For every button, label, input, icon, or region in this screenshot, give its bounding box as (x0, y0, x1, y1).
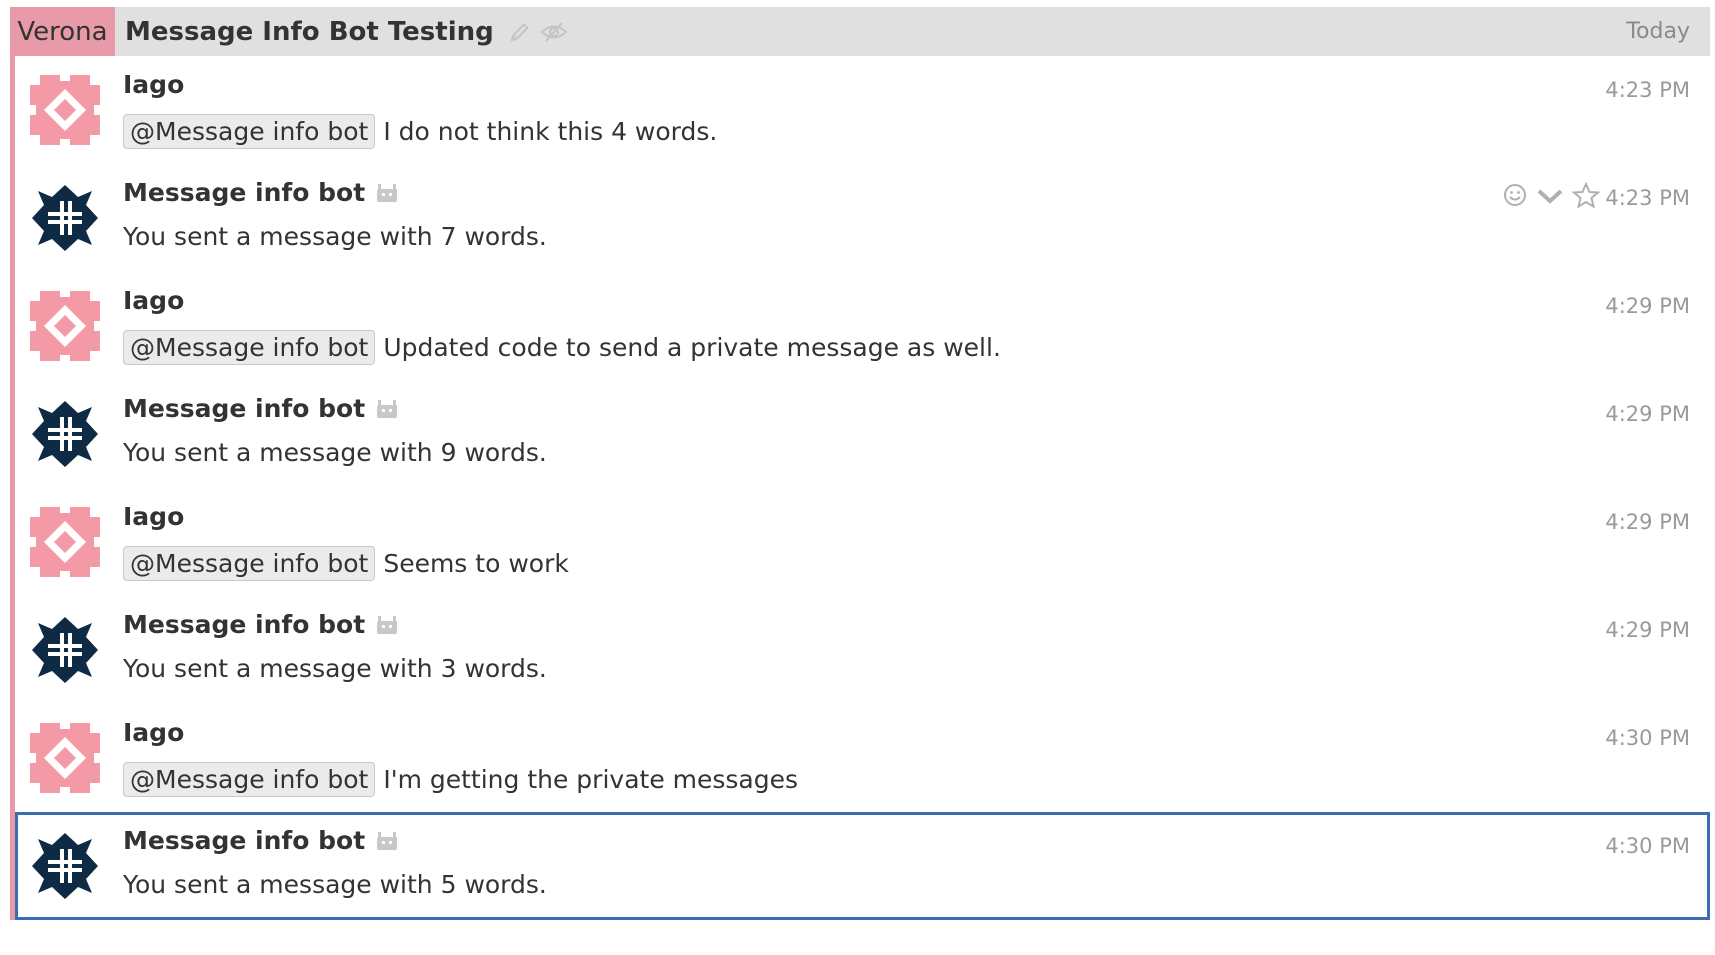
robot-icon (375, 831, 399, 851)
message-timestamp[interactable]: 4:23 PM (1605, 78, 1690, 102)
message-timestamp[interactable]: 4:29 PM (1605, 510, 1690, 534)
message-row[interactable]: Message info bot You sent a message with… (15, 380, 1710, 488)
bot-avatar[interactable] (30, 615, 100, 685)
user-avatar[interactable] (30, 507, 100, 577)
message-row[interactable]: Message info bot You sent a message with… (15, 596, 1710, 704)
message-text: I'm getting the private messages (383, 765, 799, 794)
message-content: You sent a message with 9 words. (123, 438, 547, 467)
robot-icon (375, 399, 399, 419)
message-content: @Message info bot Updated code to send a … (123, 330, 1001, 365)
message-timestamp[interactable]: 4:29 PM (1605, 618, 1690, 642)
sender-name-group: Iago (123, 502, 184, 531)
bot-avatar[interactable] (30, 831, 100, 901)
message-timestamp[interactable]: 4:29 PM (1605, 402, 1690, 426)
sender-name-group: Message info bot (123, 826, 399, 855)
message-timestamp[interactable]: 4:30 PM (1605, 726, 1690, 750)
user-mention[interactable]: @Message info bot (123, 114, 376, 149)
robot-icon (375, 183, 399, 203)
user-avatar[interactable] (30, 291, 100, 361)
user-mention[interactable]: @Message info bot (123, 330, 376, 365)
message-row[interactable]: Message info bot You sent a message with… (15, 164, 1710, 272)
stream-name-tag[interactable]: Verona (10, 7, 115, 56)
message-actions (1502, 182, 1600, 208)
message-content: You sent a message with 3 words. (123, 654, 547, 683)
sender-name[interactable]: Iago (123, 502, 184, 531)
recipient-bar: Verona Message Info Bot Testing Today (10, 7, 1710, 56)
user-mention[interactable]: @Message info bot (123, 762, 376, 797)
smiley-icon[interactable] (1502, 182, 1528, 208)
user-avatar[interactable] (30, 723, 100, 793)
pencil-icon[interactable] (508, 20, 532, 44)
message-content: @Message info bot Seems to work (123, 546, 569, 581)
user-mention[interactable]: @Message info bot (123, 546, 376, 581)
sender-name-group: Iago (123, 286, 184, 315)
sender-name[interactable]: Message info bot (123, 394, 365, 423)
message-row[interactable]: Iago @Message info bot Seems to work 4:29 P… (15, 488, 1710, 596)
sender-name-group: Iago (123, 718, 184, 747)
message-timestamp[interactable]: 4:23 PM (1605, 186, 1690, 210)
sender-name[interactable]: Iago (123, 70, 184, 99)
message-text: You sent a message with 3 words. (123, 654, 547, 683)
bot-avatar[interactable] (30, 399, 100, 469)
message-text: You sent a message with 5 words. (123, 870, 547, 899)
sender-name-group: Message info bot (123, 610, 399, 639)
sender-name-group: Message info bot (123, 178, 399, 207)
eye-slash-icon[interactable] (540, 20, 568, 44)
message-text: You sent a message with 7 words. (123, 222, 547, 251)
message-text: Updated code to send a private message a… (383, 333, 1001, 362)
message-row[interactable]: Iago @Message info bot I'm getting the pri… (15, 704, 1710, 812)
sender-name[interactable]: Iago (123, 286, 184, 315)
message-row[interactable]: Iago @Message info bot I do not think this… (15, 56, 1710, 164)
date-label: Today (1626, 19, 1690, 44)
message-timestamp[interactable]: 4:30 PM (1605, 834, 1690, 858)
message-row[interactable]: Iago @Message info bot Updated code to sen… (15, 272, 1710, 380)
sender-name[interactable]: Message info bot (123, 826, 365, 855)
sender-name-group: Message info bot (123, 394, 399, 423)
message-content: @Message info bot I'm getting the private… (123, 762, 798, 797)
topic-name[interactable]: Message Info Bot Testing (125, 17, 494, 47)
message-row[interactable]: Message info bot You sent a message with… (15, 812, 1710, 920)
sender-name[interactable]: Iago (123, 718, 184, 747)
sender-name[interactable]: Message info bot (123, 610, 365, 639)
message-text: Seems to work (383, 549, 569, 578)
message-content: @Message info bot I do not think this 4 w… (123, 114, 717, 149)
user-avatar[interactable] (30, 75, 100, 145)
chevron-down-icon[interactable] (1536, 182, 1564, 208)
message-recipient-block: Verona Message Info Bot Testing Today Ia… (10, 7, 1710, 920)
sender-name-group: Iago (123, 70, 184, 99)
message-text: I do not think this 4 words. (383, 117, 718, 146)
message-timestamp[interactable]: 4:29 PM (1605, 294, 1690, 318)
robot-icon (375, 615, 399, 635)
message-content: You sent a message with 5 words. (123, 870, 547, 899)
message-text: You sent a message with 9 words. (123, 438, 547, 467)
star-icon[interactable] (1572, 182, 1600, 208)
bot-avatar[interactable] (30, 183, 100, 253)
message-content: You sent a message with 7 words. (123, 222, 547, 251)
sender-name[interactable]: Message info bot (123, 178, 365, 207)
message-list: Iago @Message info bot I do not think this… (10, 56, 1710, 920)
